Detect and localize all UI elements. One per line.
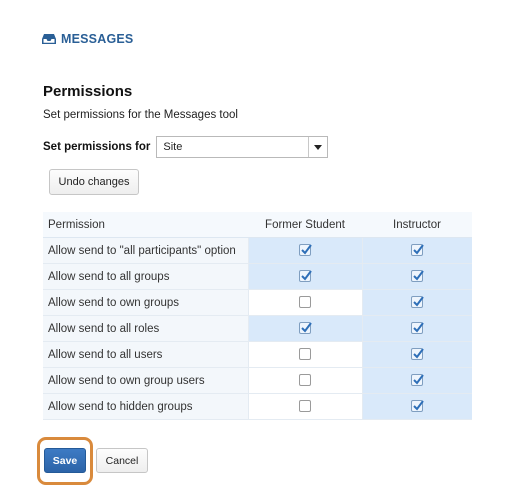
former-student-checkbox[interactable] <box>299 322 312 335</box>
column-header-instructor[interactable]: Instructor <box>362 212 472 238</box>
former-student-permission-cell[interactable] <box>247 315 362 342</box>
instructor-checkbox[interactable] <box>411 348 425 361</box>
permissions-table: Permission Former Student Instructor All… <box>43 212 472 420</box>
table-row: Allow send to own group users <box>43 367 472 394</box>
instructor-checkbox[interactable] <box>411 374 425 387</box>
former-student-checkbox[interactable] <box>299 400 311 413</box>
instructor-permission-cell[interactable] <box>361 367 472 394</box>
instructor-checkbox[interactable] <box>411 244 425 257</box>
former-student-checkbox[interactable] <box>299 374 311 387</box>
former-student-permission-cell[interactable] <box>247 341 362 368</box>
permission-label: Allow send to own group users <box>43 367 248 394</box>
table-row: Allow send to all roles <box>43 315 472 342</box>
former-student-checkbox[interactable] <box>299 270 312 283</box>
permissions-for-label: Set permissions for <box>43 141 151 153</box>
instructor-permission-cell[interactable] <box>361 289 472 316</box>
site-select[interactable]: Site <box>156 136 329 158</box>
tool-header: MESSAGES <box>42 32 133 46</box>
table-header-row: Permission Former Student Instructor <box>43 212 472 238</box>
save-button[interactable]: Save <box>44 448 86 473</box>
table-row: Allow send to all groups <box>43 263 472 290</box>
instructor-permission-cell[interactable] <box>361 263 472 290</box>
table-row: Allow send to own groups <box>43 289 472 316</box>
undo-changes-button[interactable]: Undo changes <box>49 169 139 195</box>
table-row: Allow send to hidden groups <box>43 393 472 420</box>
former-student-permission-cell[interactable] <box>247 237 362 264</box>
instructor-permission-cell[interactable] <box>361 315 472 342</box>
former-student-checkbox[interactable] <box>299 244 312 257</box>
table-row: Allow send to all users <box>43 341 472 368</box>
tool-title: MESSAGES <box>61 32 134 46</box>
former-student-permission-cell[interactable] <box>247 289 362 316</box>
permission-label: Allow send to all users <box>43 341 248 368</box>
page-title: Permissions <box>43 83 133 100</box>
former-student-checkbox[interactable] <box>299 296 311 309</box>
instructor-checkbox[interactable] <box>411 296 425 309</box>
inbox-icon <box>42 33 56 45</box>
permission-label: Allow send to all roles <box>43 315 248 342</box>
instructor-permission-cell[interactable] <box>361 237 472 264</box>
instructor-permission-cell[interactable] <box>361 393 472 420</box>
permission-label: Allow send to hidden groups <box>43 393 248 420</box>
instructor-checkbox[interactable] <box>411 400 425 413</box>
former-student-checkbox[interactable] <box>299 348 311 361</box>
dropdown-arrow-icon[interactable] <box>308 137 327 157</box>
instructor-checkbox[interactable] <box>411 322 425 335</box>
former-student-permission-cell[interactable] <box>247 263 362 290</box>
permissions-for-row: Set permissions for Site <box>43 136 329 158</box>
column-header-former-student[interactable]: Former Student <box>248 212 362 238</box>
permission-label: Allow send to "all participants" option <box>43 237 248 264</box>
column-header-permission: Permission <box>43 212 248 238</box>
instructor-checkbox[interactable] <box>411 270 425 283</box>
former-student-permission-cell[interactable] <box>247 367 362 394</box>
permission-label: Allow send to own groups <box>43 289 248 316</box>
instructor-permission-cell[interactable] <box>361 341 472 368</box>
site-select-value: Site <box>163 141 183 153</box>
former-student-permission-cell[interactable] <box>247 393 362 420</box>
permission-label: Allow send to all groups <box>43 263 248 290</box>
page-subtitle: Set permissions for the Messages tool <box>43 109 238 121</box>
cancel-button[interactable]: Cancel <box>96 448 148 473</box>
table-row: Allow send to "all participants" option <box>43 237 472 264</box>
